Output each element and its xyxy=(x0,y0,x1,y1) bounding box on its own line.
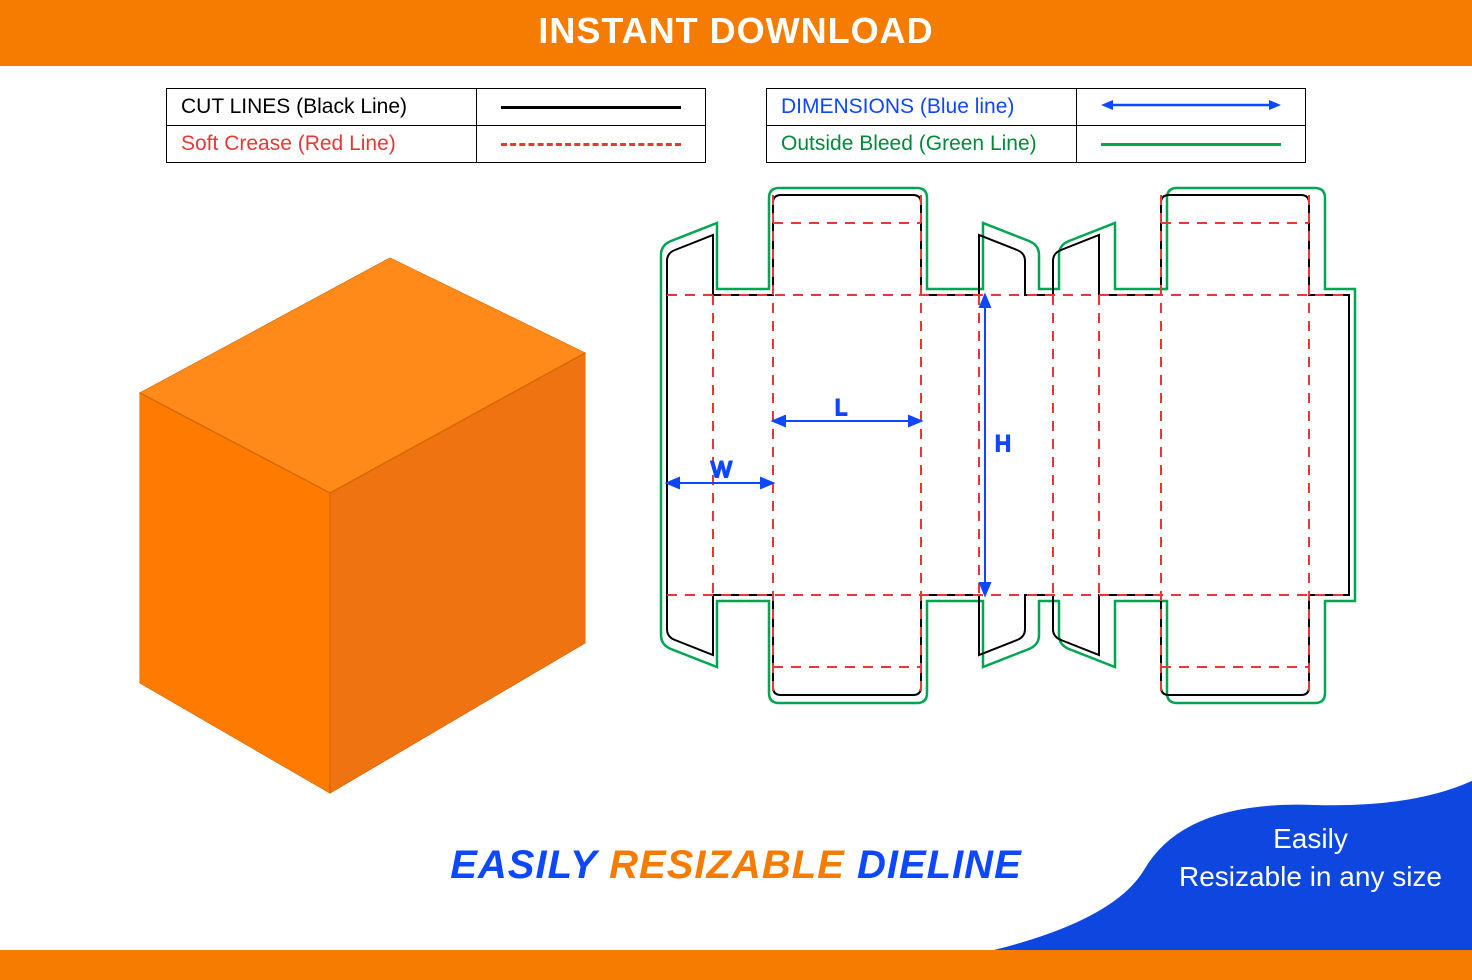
legend: CUT LINES (Black Line) Soft Crease (Red … xyxy=(0,88,1472,163)
black-solid-line-icon xyxy=(501,106,681,109)
dim-w-letter: W xyxy=(711,457,732,482)
legend-left-table: CUT LINES (Black Line) Soft Crease (Red … xyxy=(166,88,706,163)
blue-arrow-line-icon xyxy=(1101,97,1281,113)
box-3d-render xyxy=(125,193,615,803)
instant-download-banner: INSTANT DOWNLOAD xyxy=(0,0,1472,66)
dieline-diagram: W L H xyxy=(655,183,1365,723)
corner-line2: Resizable in any size xyxy=(1179,858,1442,896)
legend-dim-sample xyxy=(1077,89,1306,126)
legend-cut-label: CUT LINES (Black Line) xyxy=(167,89,477,126)
legend-bleed-sample xyxy=(1077,126,1306,163)
legend-crease-sample xyxy=(477,126,706,163)
legend-right-table: DIMENSIONS (Blue line) Outside Bleed (Gr… xyxy=(766,88,1306,163)
legend-cut-sample xyxy=(477,89,706,126)
corner-line1: Easily xyxy=(1179,820,1442,858)
corner-badge: Easily Resizable in any size xyxy=(1032,770,1472,950)
dim-l-letter: L xyxy=(835,395,847,420)
red-dashed-line-icon xyxy=(501,143,681,146)
bottom-orange-bar xyxy=(0,950,1472,980)
legend-bleed-label: Outside Bleed (Green Line) xyxy=(767,126,1077,163)
tagline-easily: EASILY xyxy=(450,843,597,887)
tagline-resizable: RESIZABLE xyxy=(609,843,845,887)
dim-h-letter: H xyxy=(995,431,1011,456)
green-solid-line-icon xyxy=(1101,143,1281,146)
legend-crease-label: Soft Crease (Red Line) xyxy=(167,126,477,163)
legend-dim-label: DIMENSIONS (Blue line) xyxy=(767,89,1077,126)
